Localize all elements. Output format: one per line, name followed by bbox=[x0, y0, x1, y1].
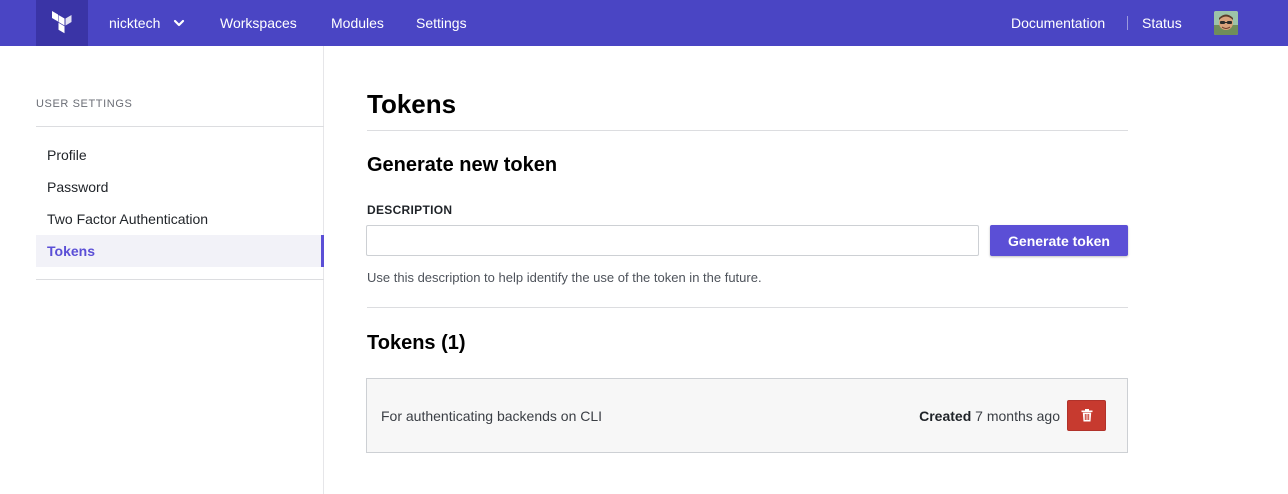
top-navbar: nicktech Workspaces Modules Settings Doc… bbox=[0, 0, 1288, 46]
nav-link-modules[interactable]: Modules bbox=[331, 0, 384, 46]
chevron-down-icon bbox=[174, 19, 185, 27]
token-created: Created 7 months ago bbox=[919, 408, 1060, 424]
token-row: For authenticating backends on CLI Creat… bbox=[366, 378, 1128, 453]
avatar-image bbox=[1214, 11, 1238, 35]
sidebar-item-two-factor[interactable]: Two Factor Authentication bbox=[36, 203, 324, 235]
token-created-value: 7 months ago bbox=[975, 408, 1060, 424]
nav-link-documentation[interactable]: Documentation bbox=[1011, 0, 1105, 46]
tokens-list-heading: Tokens (1) bbox=[367, 332, 466, 354]
nav-link-workspaces[interactable]: Workspaces bbox=[220, 0, 297, 46]
trash-icon bbox=[1081, 409, 1092, 422]
description-input[interactable] bbox=[366, 225, 979, 256]
description-label: DESCRIPTION bbox=[367, 203, 453, 217]
token-description: For authenticating backends on CLI bbox=[381, 408, 603, 424]
generate-token-button[interactable]: Generate token bbox=[990, 225, 1128, 256]
terraform-logo[interactable] bbox=[36, 0, 88, 46]
nav-divider bbox=[1127, 16, 1128, 30]
delete-token-button[interactable] bbox=[1067, 400, 1106, 431]
sidebar-item-profile[interactable]: Profile bbox=[36, 139, 324, 171]
generate-token-heading: Generate new token bbox=[367, 154, 558, 176]
sidebar-item-tokens[interactable]: Tokens bbox=[36, 235, 324, 267]
sidebar-item-password[interactable]: Password bbox=[36, 171, 324, 203]
page-title: Tokens bbox=[367, 89, 457, 119]
nav-link-status[interactable]: Status bbox=[1142, 0, 1182, 46]
org-name: nicktech bbox=[109, 15, 161, 31]
title-divider bbox=[367, 130, 1128, 131]
description-help-text: Use this description to help identify th… bbox=[367, 270, 762, 285]
sidebar-divider bbox=[36, 126, 324, 127]
settings-sidebar: USER SETTINGS Profile Password Two Facto… bbox=[0, 46, 324, 494]
section-divider bbox=[367, 307, 1128, 308]
terraform-logo-icon bbox=[52, 11, 72, 34]
token-created-label: Created bbox=[919, 408, 972, 424]
sidebar-heading: USER SETTINGS bbox=[36, 98, 133, 110]
nav-link-settings[interactable]: Settings bbox=[416, 0, 467, 46]
sidebar-divider bbox=[36, 279, 324, 280]
org-switcher[interactable]: nicktech bbox=[109, 0, 186, 46]
user-avatar[interactable] bbox=[1214, 11, 1238, 35]
